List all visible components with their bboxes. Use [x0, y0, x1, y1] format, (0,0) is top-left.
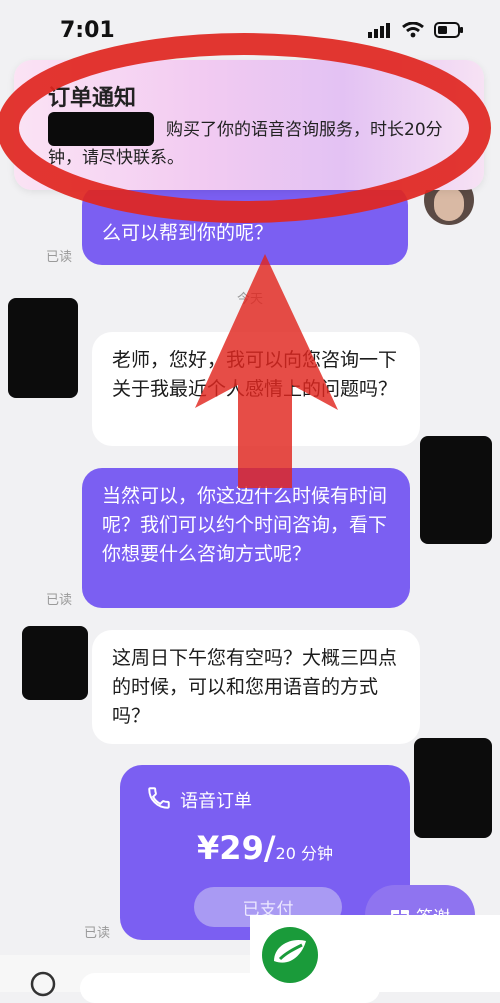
- status-time: 7:01: [60, 18, 115, 43]
- redaction-block: [48, 112, 154, 146]
- phone-icon: [148, 787, 170, 809]
- message-bubble-outgoing[interactable]: 么可以帮到你的呢？: [82, 185, 408, 265]
- message-text: 老师，您好，我可以向您咨询一下关于我最近个人感情上的问题吗？: [112, 349, 398, 400]
- wifi-icon: [402, 22, 424, 38]
- read-receipt: 已读: [46, 593, 73, 608]
- avatar[interactable]: [420, 436, 492, 544]
- order-price: ¥29/20 分钟: [120, 829, 410, 867]
- leaf-logo-icon: [262, 927, 318, 983]
- price-unit: 20 分钟: [275, 844, 333, 863]
- message-bubble-outgoing[interactable]: 当然可以，你这边什么时候有时间呢？我们可以约个时间咨询，看下你想要什么咨询方式呢…: [82, 468, 410, 608]
- logo-watermark: [250, 915, 500, 992]
- signal-icon: [368, 23, 390, 38]
- price-amount: ¥29/: [197, 829, 276, 867]
- order-title: 语音订单: [180, 791, 252, 812]
- avatar[interactable]: [8, 298, 78, 398]
- message-bubble-incoming[interactable]: 老师，您好，我可以向您咨询一下关于我最近个人感情上的问题吗？: [92, 332, 420, 446]
- status-icons: [368, 22, 464, 38]
- read-receipt: 已读: [84, 926, 111, 941]
- avatar[interactable]: [414, 738, 492, 838]
- notification-title: 订单通知: [48, 86, 137, 111]
- read-receipt: 已读: [46, 250, 73, 265]
- status-bar: 7:01: [0, 0, 500, 56]
- battery-icon: [434, 22, 463, 38]
- message-text: 么可以帮到你的呢？: [102, 222, 274, 244]
- message-text: 这周日下午您有空吗？大概三四点的时候，可以和您用语音的方式吗？: [112, 647, 398, 727]
- message-text: 当然可以，你这边什么时候有时间呢？我们可以约个时间咨询，看下你想要什么咨询方式呢…: [102, 485, 388, 565]
- message-bubble-incoming[interactable]: 这周日下午您有空吗？大概三四点的时候，可以和您用语音的方式吗？: [92, 630, 420, 744]
- voice-input-icon[interactable]: [28, 969, 58, 999]
- avatar[interactable]: [22, 626, 88, 700]
